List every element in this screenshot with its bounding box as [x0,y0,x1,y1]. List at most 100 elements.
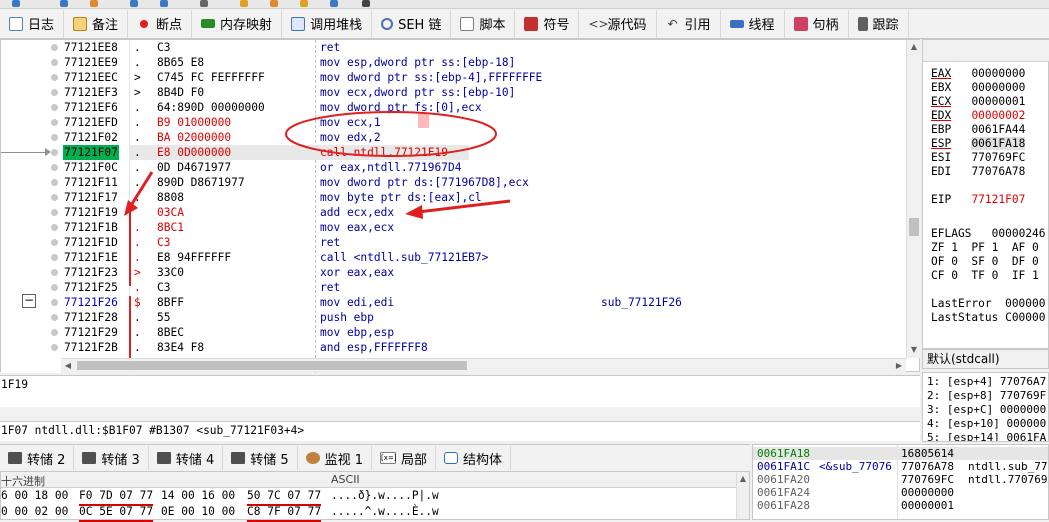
disasm-row[interactable]: 77121F28. 55 push ebp [1,310,906,325]
breakpoint-dot-icon[interactable] [51,224,58,231]
register-line[interactable]: EDI 77076A78 [931,165,1025,179]
disasm-row[interactable]: 77121F02. BA 02000000 mov edx,2 [1,130,906,145]
scroll-left-arrow-icon[interactable]: ◀ [61,359,75,373]
scrollbar-thumb[interactable] [77,361,467,370]
breakpoint-dot-icon[interactable] [51,119,58,126]
breakpoint-dot-icon[interactable] [51,344,58,351]
stack-row[interactable]: 0061FA18 16805614 [753,447,1048,460]
breakpoint-dot-icon[interactable] [51,164,58,171]
register-line[interactable]: EIP 77121F07 [931,193,1025,207]
collapse-function-button[interactable]: − [22,294,36,308]
scroll-up-arrow-icon[interactable]: ▲ [737,472,749,486]
last-status-line[interactable]: LastStatus C00000 [931,311,1046,325]
breakpoint-dot-icon[interactable] [51,209,58,216]
register-line[interactable]: ESI 770769FC [931,151,1025,165]
toolbar-icon[interactable] [330,0,338,7]
stack-arg-row[interactable]: 3: [esp+C] 0000000 [927,403,1046,417]
breakpoint-dot-icon[interactable] [51,104,58,111]
register-line[interactable]: ECX 00000001 [931,95,1025,109]
breakpoint-dot-icon[interactable] [51,239,58,246]
tab-memory-map[interactable]: 内存映射 [192,9,283,38]
tab-watch-1[interactable]: 监视 1 [298,446,373,470]
toolbar-icon[interactable] [200,0,208,7]
toolbar-icon[interactable] [240,0,248,7]
toolbar-icon[interactable] [300,0,308,7]
tab-source[interactable]: <> 源代码 [579,9,657,38]
disasm-row[interactable]: 77121F1D. C3 ret [1,235,906,250]
disasm-row[interactable]: 77121F19 03CA add ecx,edx [1,205,906,220]
toolbar-icon[interactable] [90,0,98,7]
eflags-line[interactable]: EFLAGS 00000246 [931,227,1046,241]
tab-dump-2[interactable]: 转储 2 [0,446,75,470]
disasm-vertical-scrollbar[interactable]: ▲ ▼ [906,40,920,358]
scroll-down-arrow-icon[interactable]: ▼ [907,343,921,357]
stack-row[interactable]: 0061FA28 00000001 [753,499,1048,512]
tab-threads[interactable]: 线程 [721,9,785,38]
disasm-row[interactable]: 77121F2B. 83E4 F8 and esp,FFFFFFF8 [1,340,906,355]
tab-breakpoints[interactable]: 断点 [128,9,193,38]
toolbar-icon[interactable] [270,0,278,7]
tab-references[interactable]: ↶ 引用 [657,9,721,38]
tab-log[interactable]: 日志 [0,9,65,38]
disasm-row[interactable]: 77121F29. 8BEC mov ebp,esp [1,325,906,340]
tab-dump-5[interactable]: 转储 5 [223,446,298,470]
tab-notes[interactable]: 备注 [64,9,129,38]
breakpoint-dot-icon[interactable] [51,59,58,66]
disasm-row[interactable]: 77121EF6. 64:890D 00000000 mov dword ptr f… [1,100,906,115]
flags-row[interactable]: OF 0 SF 0 DF 0 [931,255,1039,269]
stack-arg-row[interactable]: 2: [esp+8] 770769F [927,389,1046,403]
flags-row[interactable]: ZF 1 PF 1 AF 0 [931,241,1039,255]
stack-arg-row[interactable]: 4: [esp+10] 000000 [927,417,1046,431]
disasm-row[interactable]: 77121F1B. 8BC1 mov eax,ecx [1,220,906,235]
tab-trace[interactable]: 跟踪 [849,9,909,38]
disasm-row[interactable]: 77121F0C. 0D D4671977 or eax,ntdll.771967D… [1,160,906,175]
disasm-horizontal-scrollbar[interactable]: ◀ ▶ [61,358,906,372]
breakpoint-dot-icon[interactable] [51,134,58,141]
toolbar-icon[interactable] [12,0,20,7]
disasm-row[interactable]: 77121EF3 >8B4D F0 mov ecx,dword ptr ss:[eb… [1,85,906,100]
registers-panel[interactable]: EAX 00000000 EBX 00000000 ECX 00000001 EDX … [922,39,1049,349]
scroll-right-arrow-icon[interactable]: ▶ [892,359,906,373]
breakpoint-dot-icon[interactable] [51,89,58,96]
stack-row[interactable]: 0061FA24 00000000 [753,486,1048,499]
disassembly-view[interactable]: 77121EE8. C3 ret 77121EE9. 8B65 E8 mov esp,dw… [0,39,920,373]
scrollbar-thumb[interactable] [909,218,919,236]
tab-locals[interactable]: [x=] 局部 [372,446,437,470]
stack-arg-row[interactable]: 5: [esp+14] 0061FA [927,431,1046,441]
stack-row[interactable]: 0061FA1C <&sub_77076 77076A78 ntdll.sub_770 [753,460,1048,473]
register-line[interactable]: EDX 00000002 [931,109,1025,123]
breakpoint-dot-icon[interactable] [51,329,58,336]
disasm-row[interactable]: 77121F07. E8 0D000000 call ntdll.77121F19 [1,145,906,160]
tab-handles[interactable]: 句柄 [785,9,849,38]
stack-view[interactable]: 0061FA18 16805614 0061FA1C <&sub_77076 77076… [752,444,1049,520]
breakpoint-dot-icon[interactable] [51,299,58,306]
calling-convention-select[interactable]: 默认(stdcall) [922,349,1049,369]
breakpoint-dot-icon[interactable] [51,194,58,201]
disasm-row[interactable]: 77121F25. C3 ret [1,280,906,295]
breakpoint-dot-icon[interactable] [51,314,58,321]
disasm-row[interactable]: 77121F23 >33C0 xor eax,eax [1,265,906,280]
tab-dump-4[interactable]: 转储 4 [149,446,224,470]
tab-script[interactable]: 脚本 [451,9,516,38]
disasm-row[interactable]: 77121EE9. 8B65 E8 mov esp,dword ptr ss:[eb… [1,55,906,70]
stack-row[interactable]: 0061FA20 770769FC ntdll.770769 [753,473,1048,486]
tab-dump-3[interactable]: 转储 3 [74,446,149,470]
disasm-row[interactable]: 77121EE8. C3 ret [1,40,906,55]
tab-seh-chain[interactable]: SEH 链 [372,9,452,38]
stack-arguments-list[interactable]: 1: [esp+4] 77076A7 2: [esp+8] 770769F 3: [… [922,372,1049,442]
register-line[interactable]: EBX 00000000 [931,81,1025,95]
stack-arg-row[interactable]: 1: [esp+4] 77076A7 [927,375,1046,389]
disasm-row[interactable]: 77121F11. 890D D8671977 mov dword ptr ds:[… [1,175,906,190]
disasm-row[interactable]: 77121EFD. B9 01000000 mov ecx,1 [1,115,906,130]
breakpoint-dot-icon[interactable] [51,44,58,51]
toolbar-icon[interactable] [160,0,168,7]
breakpoint-dot-icon[interactable] [51,149,58,156]
tab-call-stack[interactable]: 调用堆栈 [282,9,373,38]
scroll-up-arrow-icon[interactable]: ▲ [907,40,921,54]
tab-struct[interactable]: 结构体 [436,446,512,470]
breakpoint-dot-icon[interactable] [51,74,58,81]
register-line[interactable]: EBP 0061FA44 [931,123,1025,137]
flags-row[interactable]: CF 0 TF 0 IF 1 [931,269,1039,283]
toolbar-icon[interactable] [60,0,68,7]
memory-dump-view[interactable]: 十六进制 ASCII 6 00 18 00 F0 7D 07 77 14 00 16… [0,471,750,522]
